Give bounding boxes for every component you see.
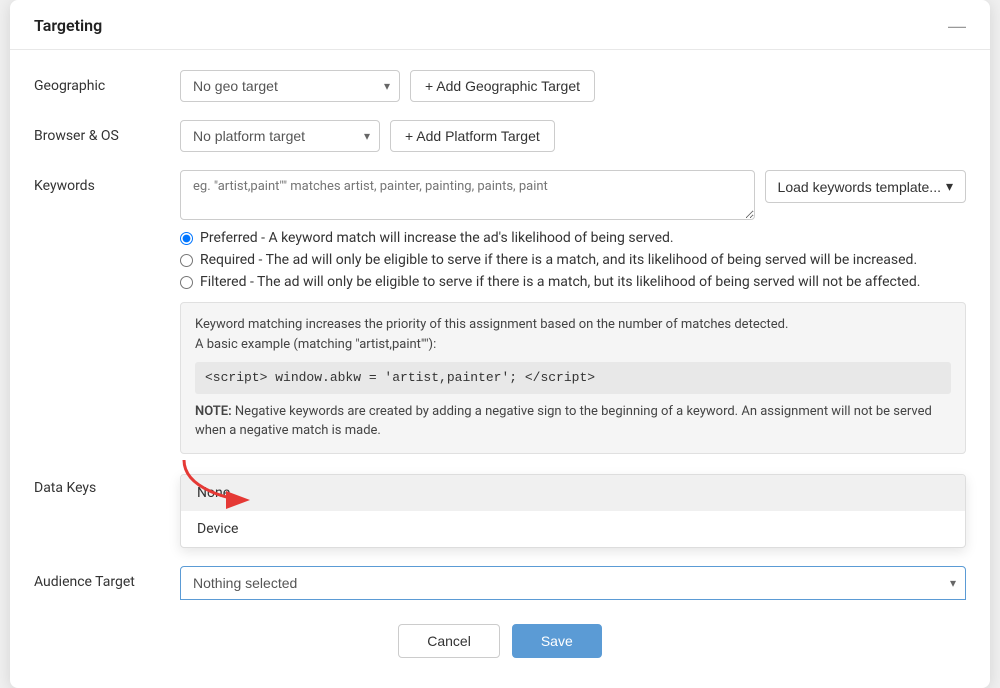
note-label: NOTE: xyxy=(195,404,232,419)
platform-select[interactable]: No platform target xyxy=(180,120,380,152)
load-keywords-template-button[interactable]: Load keywords template... ▾ xyxy=(765,170,966,203)
keywords-label: Keywords xyxy=(34,170,164,194)
geographic-select-wrapper: No geo target ▾ xyxy=(180,70,400,102)
keyword-filtered-option[interactable]: Filtered - The ad will only be eligible … xyxy=(180,274,966,290)
keywords-textarea[interactable] xyxy=(180,170,755,220)
required-label: Required - The ad will only be eligible … xyxy=(200,252,917,268)
audience-select-wrapper: Nothing selected ▾ xyxy=(180,566,966,600)
filtered-label: Filtered - The ad will only be eligible … xyxy=(200,274,920,290)
keyword-required-option[interactable]: Required - The ad will only be eligible … xyxy=(180,252,966,268)
data-keys-option-device[interactable]: Device xyxy=(181,511,965,547)
data-keys-controls: None Device xyxy=(180,472,966,548)
targeting-panel: Targeting — Geographic No geo target ▾ +… xyxy=(10,0,990,688)
keywords-code-example: <script> window.abkw = 'artist,painter';… xyxy=(195,362,951,394)
add-platform-target-button[interactable]: + Add Platform Target xyxy=(390,120,555,152)
keywords-row: Keywords Load keywords template... ▾ Pre… xyxy=(34,170,966,454)
footer-buttons: Cancel Save xyxy=(10,624,990,658)
info-text-2: A basic example (matching "artist,paint"… xyxy=(195,335,951,355)
geographic-controls: No geo target ▾ + Add Geographic Target xyxy=(180,70,966,102)
data-keys-label: Data Keys xyxy=(34,472,164,496)
keywords-section: Load keywords template... ▾ Preferred - … xyxy=(180,170,966,454)
audience-target-row: Audience Target Nothing selected ▾ xyxy=(34,566,966,600)
cancel-button[interactable]: Cancel xyxy=(398,624,500,658)
geographic-label: Geographic xyxy=(34,70,164,94)
panel-header: Targeting — xyxy=(10,0,990,50)
note-text: Negative keywords are created by adding … xyxy=(195,404,932,439)
data-keys-dropdown[interactable]: None Device xyxy=(180,474,966,548)
save-button[interactable]: Save xyxy=(512,624,602,658)
audience-target-section: Audience Target Nothing selected ▾ xyxy=(34,566,966,600)
browser-os-label: Browser & OS xyxy=(34,120,164,144)
keyword-preferred-option[interactable]: Preferred - A keyword match will increas… xyxy=(180,230,966,246)
red-arrow-icon xyxy=(174,450,254,510)
panel-content: Geographic No geo target ▾ + Add Geograp… xyxy=(10,50,990,600)
platform-select-wrapper: No platform target ▾ xyxy=(180,120,380,152)
panel-title: Targeting xyxy=(34,16,102,35)
data-keys-option-none[interactable]: None xyxy=(181,475,965,511)
filtered-radio[interactable] xyxy=(180,276,193,289)
load-template-label: Load keywords template... xyxy=(778,179,941,195)
minimize-button[interactable]: — xyxy=(948,17,966,35)
keywords-info-box: Keyword matching increases the priority … xyxy=(180,302,966,454)
audience-target-controls: Nothing selected ▾ xyxy=(180,566,966,600)
geographic-select[interactable]: No geo target xyxy=(180,70,400,102)
browser-os-controls: No platform target ▾ + Add Platform Targ… xyxy=(180,120,966,152)
preferred-radio[interactable] xyxy=(180,232,193,245)
browser-os-row: Browser & OS No platform target ▾ + Add … xyxy=(34,120,966,152)
add-geographic-target-button[interactable]: + Add Geographic Target xyxy=(410,70,595,102)
audience-target-label: Audience Target xyxy=(34,566,164,590)
required-radio[interactable] xyxy=(180,254,193,267)
geographic-row: Geographic No geo target ▾ + Add Geograp… xyxy=(34,70,966,102)
load-template-chevron-icon: ▾ xyxy=(946,178,953,195)
preferred-label: Preferred - A keyword match will increas… xyxy=(200,230,674,246)
keywords-input-row: Load keywords template... ▾ xyxy=(180,170,966,220)
keywords-note: NOTE: Negative keywords are created by a… xyxy=(195,402,951,441)
info-text-1: Keyword matching increases the priority … xyxy=(195,315,951,335)
keyword-match-options: Preferred - A keyword match will increas… xyxy=(180,230,966,290)
audience-target-select[interactable]: Nothing selected xyxy=(180,566,966,600)
